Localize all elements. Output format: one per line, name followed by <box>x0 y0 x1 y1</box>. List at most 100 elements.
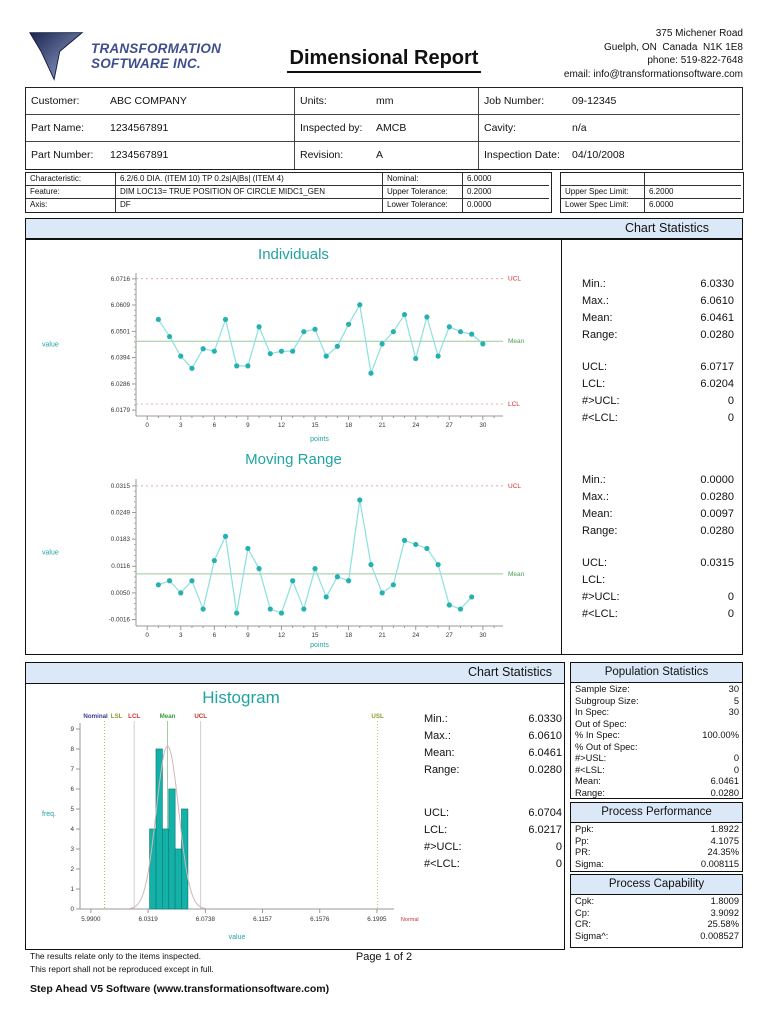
svg-text:6.1995: 6.1995 <box>367 916 387 923</box>
svg-text:6.0394: 6.0394 <box>111 355 131 362</box>
stat-row: Sigma^:0.008527 <box>571 931 742 943</box>
stat-value: 6.0717 <box>700 359 734 376</box>
stat-value: 4.1075 <box>711 836 739 848</box>
data-point <box>413 356 418 361</box>
stat-value: 0.0315 <box>700 555 734 572</box>
svg-text:18: 18 <box>345 632 353 639</box>
svg-text:0.0249: 0.0249 <box>111 510 131 517</box>
stat-value: 25.58% <box>707 919 739 931</box>
svg-text:5: 5 <box>70 806 74 813</box>
data-point <box>156 582 161 587</box>
stat-row: Range: 0.0280 <box>571 788 742 800</box>
data-point <box>447 324 452 329</box>
svg-text:15: 15 <box>312 632 320 639</box>
moving-range-stats-group1: Min.:0.0000Max.:0.0280Mean:0.0097Range:0… <box>574 472 736 540</box>
svg-text:LCL: LCL <box>128 713 140 720</box>
stat-row: #>UCL:0 <box>574 393 736 410</box>
stat-value: 0.0280 <box>700 523 734 540</box>
stat-label: Out of Spec: <box>575 719 627 731</box>
population-statistics-box: Population Statistics Sample Size:30Subg… <box>570 662 743 799</box>
stat-value: 6.0461 <box>711 776 739 788</box>
stat-row: Max.:6.0610 <box>416 728 564 745</box>
histogram-chart: NominalLSLLCLMeanUCLUSL01234567895.99006… <box>34 709 458 945</box>
stat-value: 0.0280 <box>711 788 739 800</box>
stat-row: LCL: <box>574 572 736 589</box>
data-point <box>279 610 284 615</box>
data-point <box>346 322 351 327</box>
process-capability-header: Process Capability <box>571 875 742 895</box>
data-point <box>223 317 228 322</box>
stat-value: 6.0610 <box>700 293 734 310</box>
stat-value: 6.0330 <box>700 276 734 293</box>
svg-text:15: 15 <box>312 422 320 429</box>
address-line: Guelph, ON Canada N1K 1E8 <box>564 41 743 55</box>
stat-label: Range: <box>575 788 605 800</box>
stat-label: #<LCL: <box>424 856 460 873</box>
histogram-bar <box>175 849 181 909</box>
stat-label: Sigma: <box>575 859 604 871</box>
histogram-stats-group2: UCL:6.0704LCL:6.0217#>UCL:0#<LCL:0 <box>416 805 564 873</box>
stat-label: #>USL: <box>575 753 606 765</box>
stat-label: Min.: <box>582 276 606 293</box>
info-cell: Job Number:09-12345 <box>479 88 740 115</box>
svg-text:6.0716: 6.0716 <box>111 276 131 283</box>
histogram-stats-panel: Min.:6.0330Max.:6.0610Mean:6.0461Range:0… <box>416 711 564 873</box>
info-cell-label: Part Name: <box>31 115 110 141</box>
stat-value: 0 <box>728 410 734 427</box>
moving-range-stats-group2: UCL:0.0315LCL:#>UCL:0#<LCL:0 <box>574 555 736 623</box>
spec-limit-table: Upper Spec Limit:6.2000Lower Spec Limit:… <box>560 172 744 213</box>
stat-label: Min.: <box>424 711 448 728</box>
stat-value: 24.35% <box>707 847 739 859</box>
stat-value: 30 <box>729 684 739 696</box>
svg-text:UCL: UCL <box>194 713 207 720</box>
dimensional-report-page: TRANSFORMATION SOFTWARE INC. Dimensional… <box>0 0 768 1024</box>
stat-row: Sample Size:30 <box>571 684 742 696</box>
data-point <box>357 497 362 502</box>
info-cell: Units:mm <box>295 88 479 115</box>
data-point <box>436 354 441 359</box>
info-cell-value: mm <box>376 95 394 107</box>
data-point <box>447 602 452 607</box>
info-cell-label: Inspected by: <box>300 115 376 141</box>
spec-label: Lower Spec Limit: <box>561 199 645 212</box>
info-cell: Cavity:n/a <box>479 115 740 142</box>
tolerance-label: Nominal: <box>383 173 463 186</box>
histogram-title: Histogram <box>26 688 456 708</box>
info-cell-label: Inspection Date: <box>484 142 572 168</box>
population-statistics-header: Population Statistics <box>571 663 742 683</box>
data-point <box>436 562 441 567</box>
stat-label: % In Spec: <box>575 730 620 742</box>
data-point <box>156 317 161 322</box>
svg-text:6.0319: 6.0319 <box>138 916 158 923</box>
stat-row: % Out of Spec: <box>571 742 742 754</box>
stat-label: UCL: <box>424 805 449 822</box>
stat-row: Range:0.0280 <box>416 762 564 779</box>
data-point <box>189 578 194 583</box>
stat-label: In Spec: <box>575 707 609 719</box>
stat-value: 6.0461 <box>700 310 734 327</box>
stat-value: 1.8922 <box>711 824 739 836</box>
stat-label: Pp: <box>575 836 589 848</box>
histogram-panel: Chart Statistics Histogram NominalLSLLCL… <box>25 662 565 950</box>
info-cell-label: Revision: <box>300 142 376 168</box>
info-cell-value: A <box>376 149 383 161</box>
stat-label: Mean: <box>582 506 613 523</box>
stat-label: LCL: <box>582 572 605 589</box>
data-point <box>268 351 273 356</box>
char-label: Feature: <box>26 186 116 199</box>
stat-label: Cp: <box>575 908 589 920</box>
info-cell-label: Job Number: <box>484 88 572 114</box>
stat-label: % Out of Spec: <box>575 742 638 754</box>
svg-text:value: value <box>42 342 59 349</box>
svg-text:0.0050: 0.0050 <box>111 590 131 597</box>
software-credit: Step Ahead V5 Software (www.transformati… <box>30 983 329 995</box>
svg-text:6.1576: 6.1576 <box>310 916 330 923</box>
stat-row: CR:25.58% <box>571 919 742 931</box>
tolerance-value: 0.0000 <box>463 199 549 212</box>
data-point <box>279 349 284 354</box>
individuals-stats-group2: UCL:6.0717LCL:6.0204#>UCL:0#<LCL:0 <box>574 359 736 427</box>
info-cell-label: Cavity: <box>484 115 572 141</box>
stat-label: UCL: <box>582 359 607 376</box>
stat-label: Mean: <box>575 776 601 788</box>
data-point <box>256 324 261 329</box>
